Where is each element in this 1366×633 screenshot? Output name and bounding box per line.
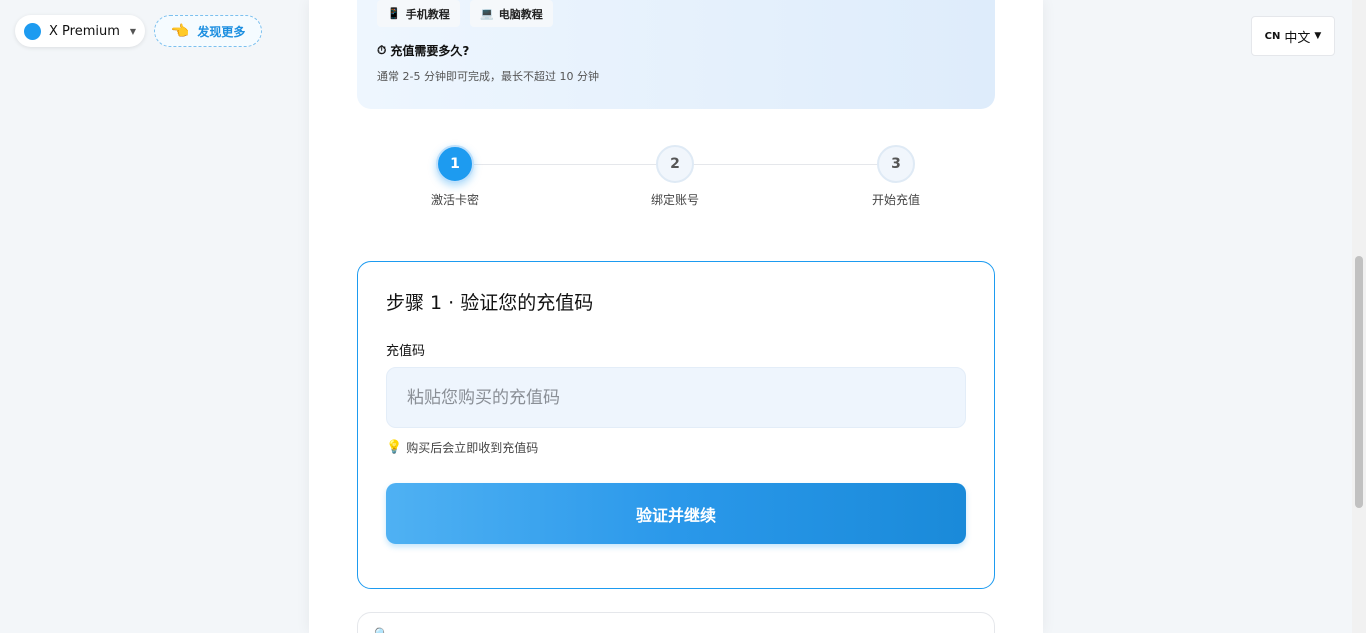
step-2-label: 绑定账号	[650, 193, 699, 207]
stopwatch-icon: ⏱	[377, 43, 387, 57]
verify-code-card: 步骤 1 · 验证您的充值码 充值码 💡 购买后会立即收到充值码 验证并继续	[357, 261, 995, 589]
pointing-hand-icon: 👈	[170, 22, 190, 40]
discover-more-label: 发现更多	[197, 24, 246, 39]
language-selector[interactable]: CN 中文 ▼	[1251, 16, 1335, 56]
product-selector[interactable]: X Premium ▼	[15, 15, 145, 47]
discover-more-button[interactable]: 👈 发现更多	[154, 15, 262, 47]
pc-tutorial-label: 电脑教程	[498, 7, 543, 21]
recharge-code-input[interactable]	[386, 367, 966, 428]
step-3: 3 开始充值	[851, 145, 941, 208]
product-logo-icon	[24, 22, 41, 40]
step-1-circle: 1	[436, 145, 474, 183]
step-1: 1 激活卡密	[410, 145, 500, 208]
laptop-icon: 💻	[480, 7, 494, 20]
scrollbar-thumb[interactable]	[1355, 256, 1363, 508]
code-hint: 💡 购买后会立即收到充值码	[386, 439, 538, 456]
scrollbar[interactable]	[1352, 0, 1366, 633]
step-3-label: 开始充值	[871, 193, 920, 207]
cn-flag-icon: CN	[1264, 30, 1281, 42]
phone-icon: 📱	[387, 7, 401, 20]
step-3-circle: 3	[877, 145, 915, 183]
step-2-circle: 2	[656, 145, 694, 183]
code-field-label: 充值码	[386, 344, 426, 359]
step-2: 2 绑定账号	[630, 145, 720, 208]
phone-tutorial-label: 手机教程	[405, 7, 450, 21]
lower-card: 🔍	[357, 612, 995, 633]
pc-tutorial-button[interactable]: 💻 电脑教程	[470, 0, 553, 27]
search-icon: 🔍	[374, 627, 389, 633]
faq-title: ⏱ 充值需要多久?	[377, 42, 469, 59]
main-card: 📱 手机教程 💻 电脑教程 ⏱ 充值需要多久? 通常 2-5 分钟即可完成，最长…	[309, 0, 1043, 633]
step-1-label: 激活卡密	[430, 193, 479, 207]
faq-description: 通常 2-5 分钟即可完成，最长不超过 10 分钟	[377, 70, 599, 83]
product-name: X Premium	[49, 23, 120, 39]
faq-title-text: 充值需要多久?	[390, 44, 470, 58]
caret-down-icon: ▼	[1314, 31, 1322, 41]
verify-continue-button[interactable]: 验证并继续	[386, 483, 966, 544]
lightbulb-icon: 💡	[386, 440, 403, 455]
form-title: 步骤 1 · 验证您的充值码	[386, 292, 594, 314]
caret-down-icon: ▼	[129, 26, 136, 36]
tutorial-box: 📱 手机教程 💻 电脑教程 ⏱ 充值需要多久? 通常 2-5 分钟即可完成，最长…	[357, 0, 995, 109]
phone-tutorial-button[interactable]: 📱 手机教程	[377, 0, 460, 27]
code-hint-text: 购买后会立即收到充值码	[406, 441, 539, 455]
language-label: 中文	[1284, 30, 1311, 46]
